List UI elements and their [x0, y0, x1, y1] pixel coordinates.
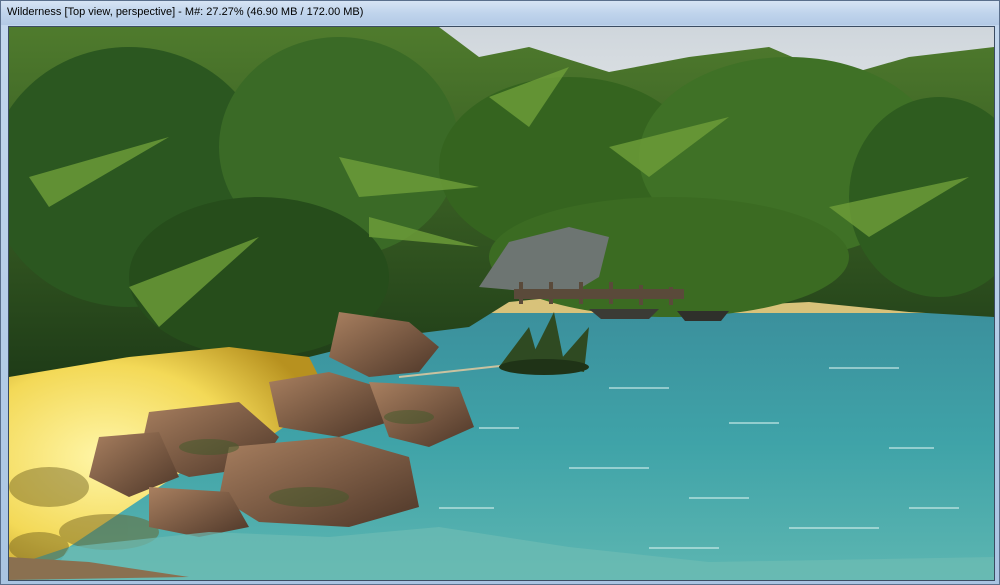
- app-window: Wilderness [Top view, perspective] - M#:…: [0, 0, 1000, 585]
- boat: [589, 309, 659, 319]
- scene-render: [9, 27, 994, 580]
- boat: [677, 311, 729, 321]
- 3d-viewport[interactable]: [8, 26, 995, 581]
- window-title: Wilderness [Top view, perspective] - M#:…: [7, 6, 364, 18]
- title-bar[interactable]: Wilderness [Top view, perspective] - M#:…: [1, 1, 999, 25]
